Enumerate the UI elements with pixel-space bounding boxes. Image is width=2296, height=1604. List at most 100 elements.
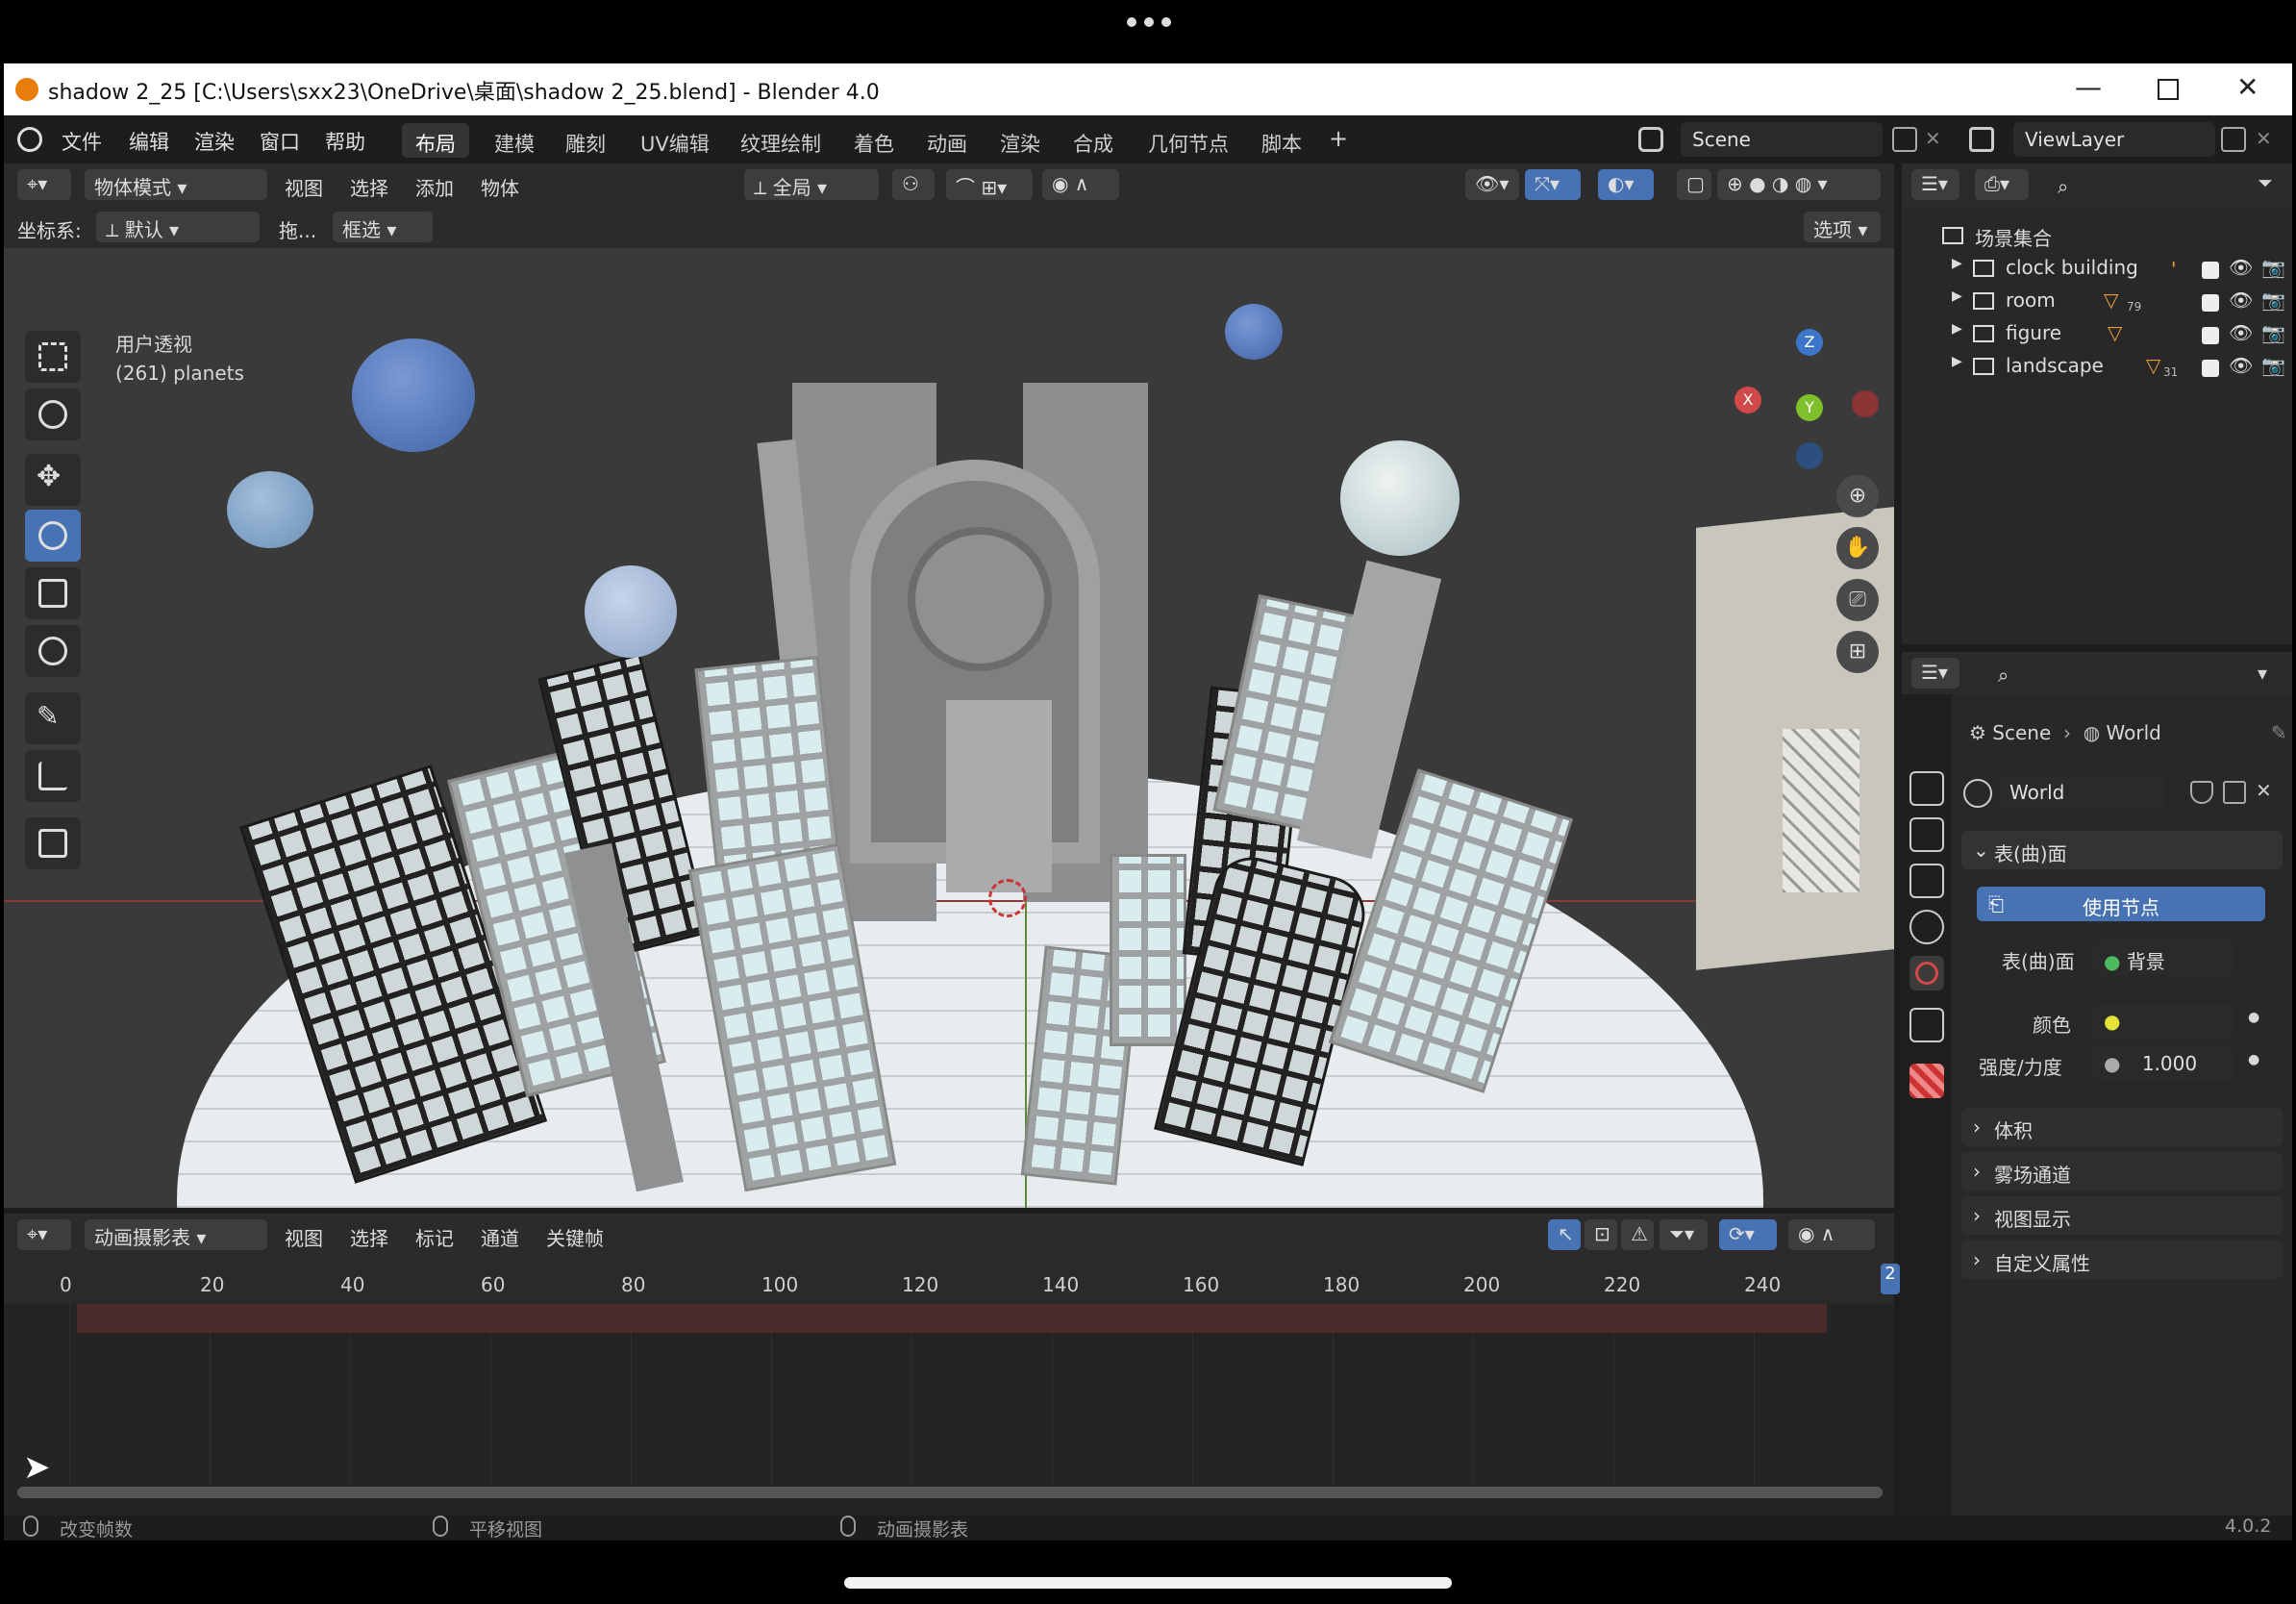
view-layer-tab-icon[interactable] — [1909, 864, 1944, 898]
gizmo-z-axis[interactable]: Z — [1796, 329, 1823, 356]
use-nodes-button[interactable]: ⎗ 使用节点 — [1977, 887, 2265, 921]
outliner-item-room[interactable]: ▶ room ▽ 79 👁 📷 — [1902, 288, 2292, 321]
outliner-root[interactable]: 场景集合 — [1902, 223, 2292, 256]
tab-layout[interactable]: 布局 — [402, 123, 469, 158]
volume-panel-header[interactable]: › 体积 — [1961, 1108, 2283, 1146]
filter-icon[interactable]: ⏷ — [2258, 171, 2273, 194]
3d-cursor[interactable] — [988, 879, 1027, 917]
display-mode-button[interactable]: ⎙▾ — [1975, 169, 2029, 200]
scale-tool[interactable] — [25, 567, 81, 619]
mode-selector[interactable]: 物体模式 ▾ — [85, 169, 267, 200]
menu-edit[interactable]: 编辑 — [129, 127, 169, 156]
tab-sculpting[interactable]: 雕刻 — [552, 123, 619, 158]
building[interactable] — [1110, 854, 1186, 1046]
expand-arrow-icon[interactable]: ▶ — [1952, 354, 1962, 369]
rotate-tool[interactable] — [25, 510, 81, 562]
mist-panel-header[interactable]: › 雾场通道 — [1961, 1152, 2283, 1190]
tab-geometry-nodes[interactable]: 几何节点 — [1135, 123, 1242, 158]
menu-help[interactable]: 帮助 — [325, 127, 365, 156]
exclude-checkbox[interactable] — [2202, 360, 2219, 377]
properties-options-icon[interactable]: ▾ — [2258, 662, 2267, 685]
tool-tab-icon[interactable] — [1909, 723, 1944, 758]
strength-field[interactable]: ● 1.000 — [2092, 1046, 2234, 1081]
expand-arrow-icon[interactable]: ▶ — [1952, 288, 1962, 304]
menu-window[interactable]: 窗口 — [260, 127, 300, 156]
select-mode-selector[interactable]: 框选 ▾ — [333, 212, 433, 242]
dopesheet-editor-type[interactable]: ⌖▾ — [17, 1219, 71, 1250]
home-indicator[interactable] — [844, 1577, 1452, 1589]
outliner-item-landscape[interactable]: ▶ landscape ▽ 31 👁 📷 — [1902, 354, 2292, 387]
figure-statue[interactable] — [946, 700, 1052, 892]
dopesheet-mode-selector[interactable]: 动画摄影表 ▾ — [85, 1219, 267, 1250]
add-workspace-button[interactable]: + — [1315, 119, 1361, 154]
dopesheet-menu-marker[interactable]: 标记 — [415, 1223, 454, 1251]
menu-select[interactable]: 选择 — [350, 173, 388, 201]
menu-render[interactable]: 渲染 — [194, 127, 235, 156]
new-viewlayer-icon[interactable] — [2221, 127, 2246, 152]
dopesheet-menu-channel[interactable]: 通道 — [481, 1223, 519, 1251]
gizmo-neg-z[interactable] — [1796, 442, 1823, 469]
auto-snap-icon[interactable]: ⟳▾ — [1719, 1219, 1777, 1250]
maximize-button[interactable] — [2158, 79, 2179, 100]
options-button[interactable]: 选项 ▾ — [1804, 212, 1881, 242]
exclude-checkbox[interactable] — [2202, 327, 2219, 344]
duplicate-icon[interactable] — [2223, 781, 2246, 804]
menu-add[interactable]: 添加 — [415, 173, 454, 201]
dopesheet-menu-view[interactable]: 视图 — [285, 1223, 323, 1251]
xray-toggle-button[interactable]: ▢ — [1677, 169, 1711, 200]
menu-view[interactable]: 视图 — [285, 173, 323, 201]
exclude-checkbox[interactable] — [2202, 262, 2219, 279]
perspective-toggle-icon[interactable]: ⊞ — [1836, 631, 1879, 673]
gizmo-toggle-button[interactable]: ⤧▾ — [1525, 169, 1581, 200]
viewport-display-panel-header[interactable]: › 视图显示 — [1961, 1196, 2283, 1235]
tab-texture-paint[interactable]: 纹理绘制 — [727, 123, 835, 158]
tab-compositing[interactable]: 合成 — [1060, 123, 1127, 158]
collection-tab-icon[interactable] — [1909, 1008, 1944, 1042]
proportional-edit-button[interactable]: ◉ ∧ — [1042, 169, 1119, 200]
close-button[interactable]: ✕ — [2236, 71, 2259, 103]
unlink-icon[interactable]: ✕ — [2256, 779, 2272, 802]
properties-search[interactable]: ⌕ — [1986, 658, 2179, 689]
visibility-eye-icon[interactable]: 👁 — [2229, 354, 2253, 377]
custom-props-panel-header[interactable]: › 自定义属性 — [1961, 1241, 2283, 1279]
expand-arrow-icon[interactable]: ▶ — [1952, 256, 1962, 271]
tab-scripting[interactable]: 脚本 — [1248, 123, 1315, 158]
3d-viewport[interactable]: 用户透视 (261) planets ✥ ✎ Z X Y ⊕ ✋ ⎚ ⊞ — [4, 248, 1894, 1208]
surface-shader-selector[interactable]: ● 背景 — [2092, 940, 2234, 975]
minimize-button[interactable]: — — [2075, 71, 2102, 103]
cursor-tool[interactable] — [25, 388, 81, 440]
render-camera-icon[interactable]: 📷 — [2261, 354, 2285, 377]
scene-selector[interactable]: Scene — [1681, 122, 1883, 157]
add-cube-tool[interactable] — [25, 817, 81, 869]
drag-label[interactable]: 拖... — [279, 215, 316, 243]
tab-animation[interactable]: 动画 — [913, 123, 981, 158]
planet[interactable] — [1225, 304, 1283, 360]
output-tab-icon[interactable] — [1909, 817, 1944, 852]
keyframe-dot-icon[interactable]: ● — [2248, 1052, 2259, 1067]
shading-mode-buttons[interactable]: ⊕ ● ◑ ◍ ▾ — [1717, 169, 1881, 200]
gizmo-x-axis[interactable]: X — [1734, 387, 1761, 414]
keyframe-dot-icon[interactable]: ● — [2248, 1010, 2259, 1025]
current-frame-indicator[interactable]: 2 — [1881, 1264, 1900, 1294]
scene-tab-icon[interactable] — [1909, 910, 1944, 944]
coord-system-selector[interactable]: ⟂ 默认 ▾ — [96, 212, 260, 242]
delete-viewlayer-icon[interactable]: ✕ — [2256, 127, 2272, 150]
clock-face[interactable] — [908, 527, 1052, 671]
editor-type-button[interactable]: ⌖▾ — [17, 169, 71, 200]
scene-icon[interactable] — [1638, 127, 1663, 152]
delete-scene-icon[interactable]: ✕ — [1925, 127, 1941, 150]
texture-tab-icon[interactable] — [1909, 1064, 1944, 1098]
outliner-editor-type[interactable]: ☰▾ — [1911, 169, 1959, 200]
tower-dome[interactable] — [1340, 440, 1460, 556]
move-tool[interactable]: ✥ — [25, 454, 81, 506]
transform-orientation-selector[interactable]: ⟂ 全局 ▾ — [744, 169, 879, 200]
exclude-checkbox[interactable] — [2202, 294, 2219, 312]
color-field[interactable]: ● — [2092, 1004, 2234, 1039]
visibility-eye-icon[interactable]: 👁 — [2229, 288, 2253, 312]
menu-file[interactable]: 文件 — [62, 127, 102, 156]
planet[interactable] — [352, 338, 475, 452]
dopesheet-menu-key[interactable]: 关键帧 — [546, 1223, 604, 1251]
visibility-eye-icon[interactable]: 👁 — [2229, 256, 2253, 279]
render-camera-icon[interactable]: 📷 — [2261, 256, 2285, 279]
measure-tool[interactable] — [25, 750, 81, 802]
